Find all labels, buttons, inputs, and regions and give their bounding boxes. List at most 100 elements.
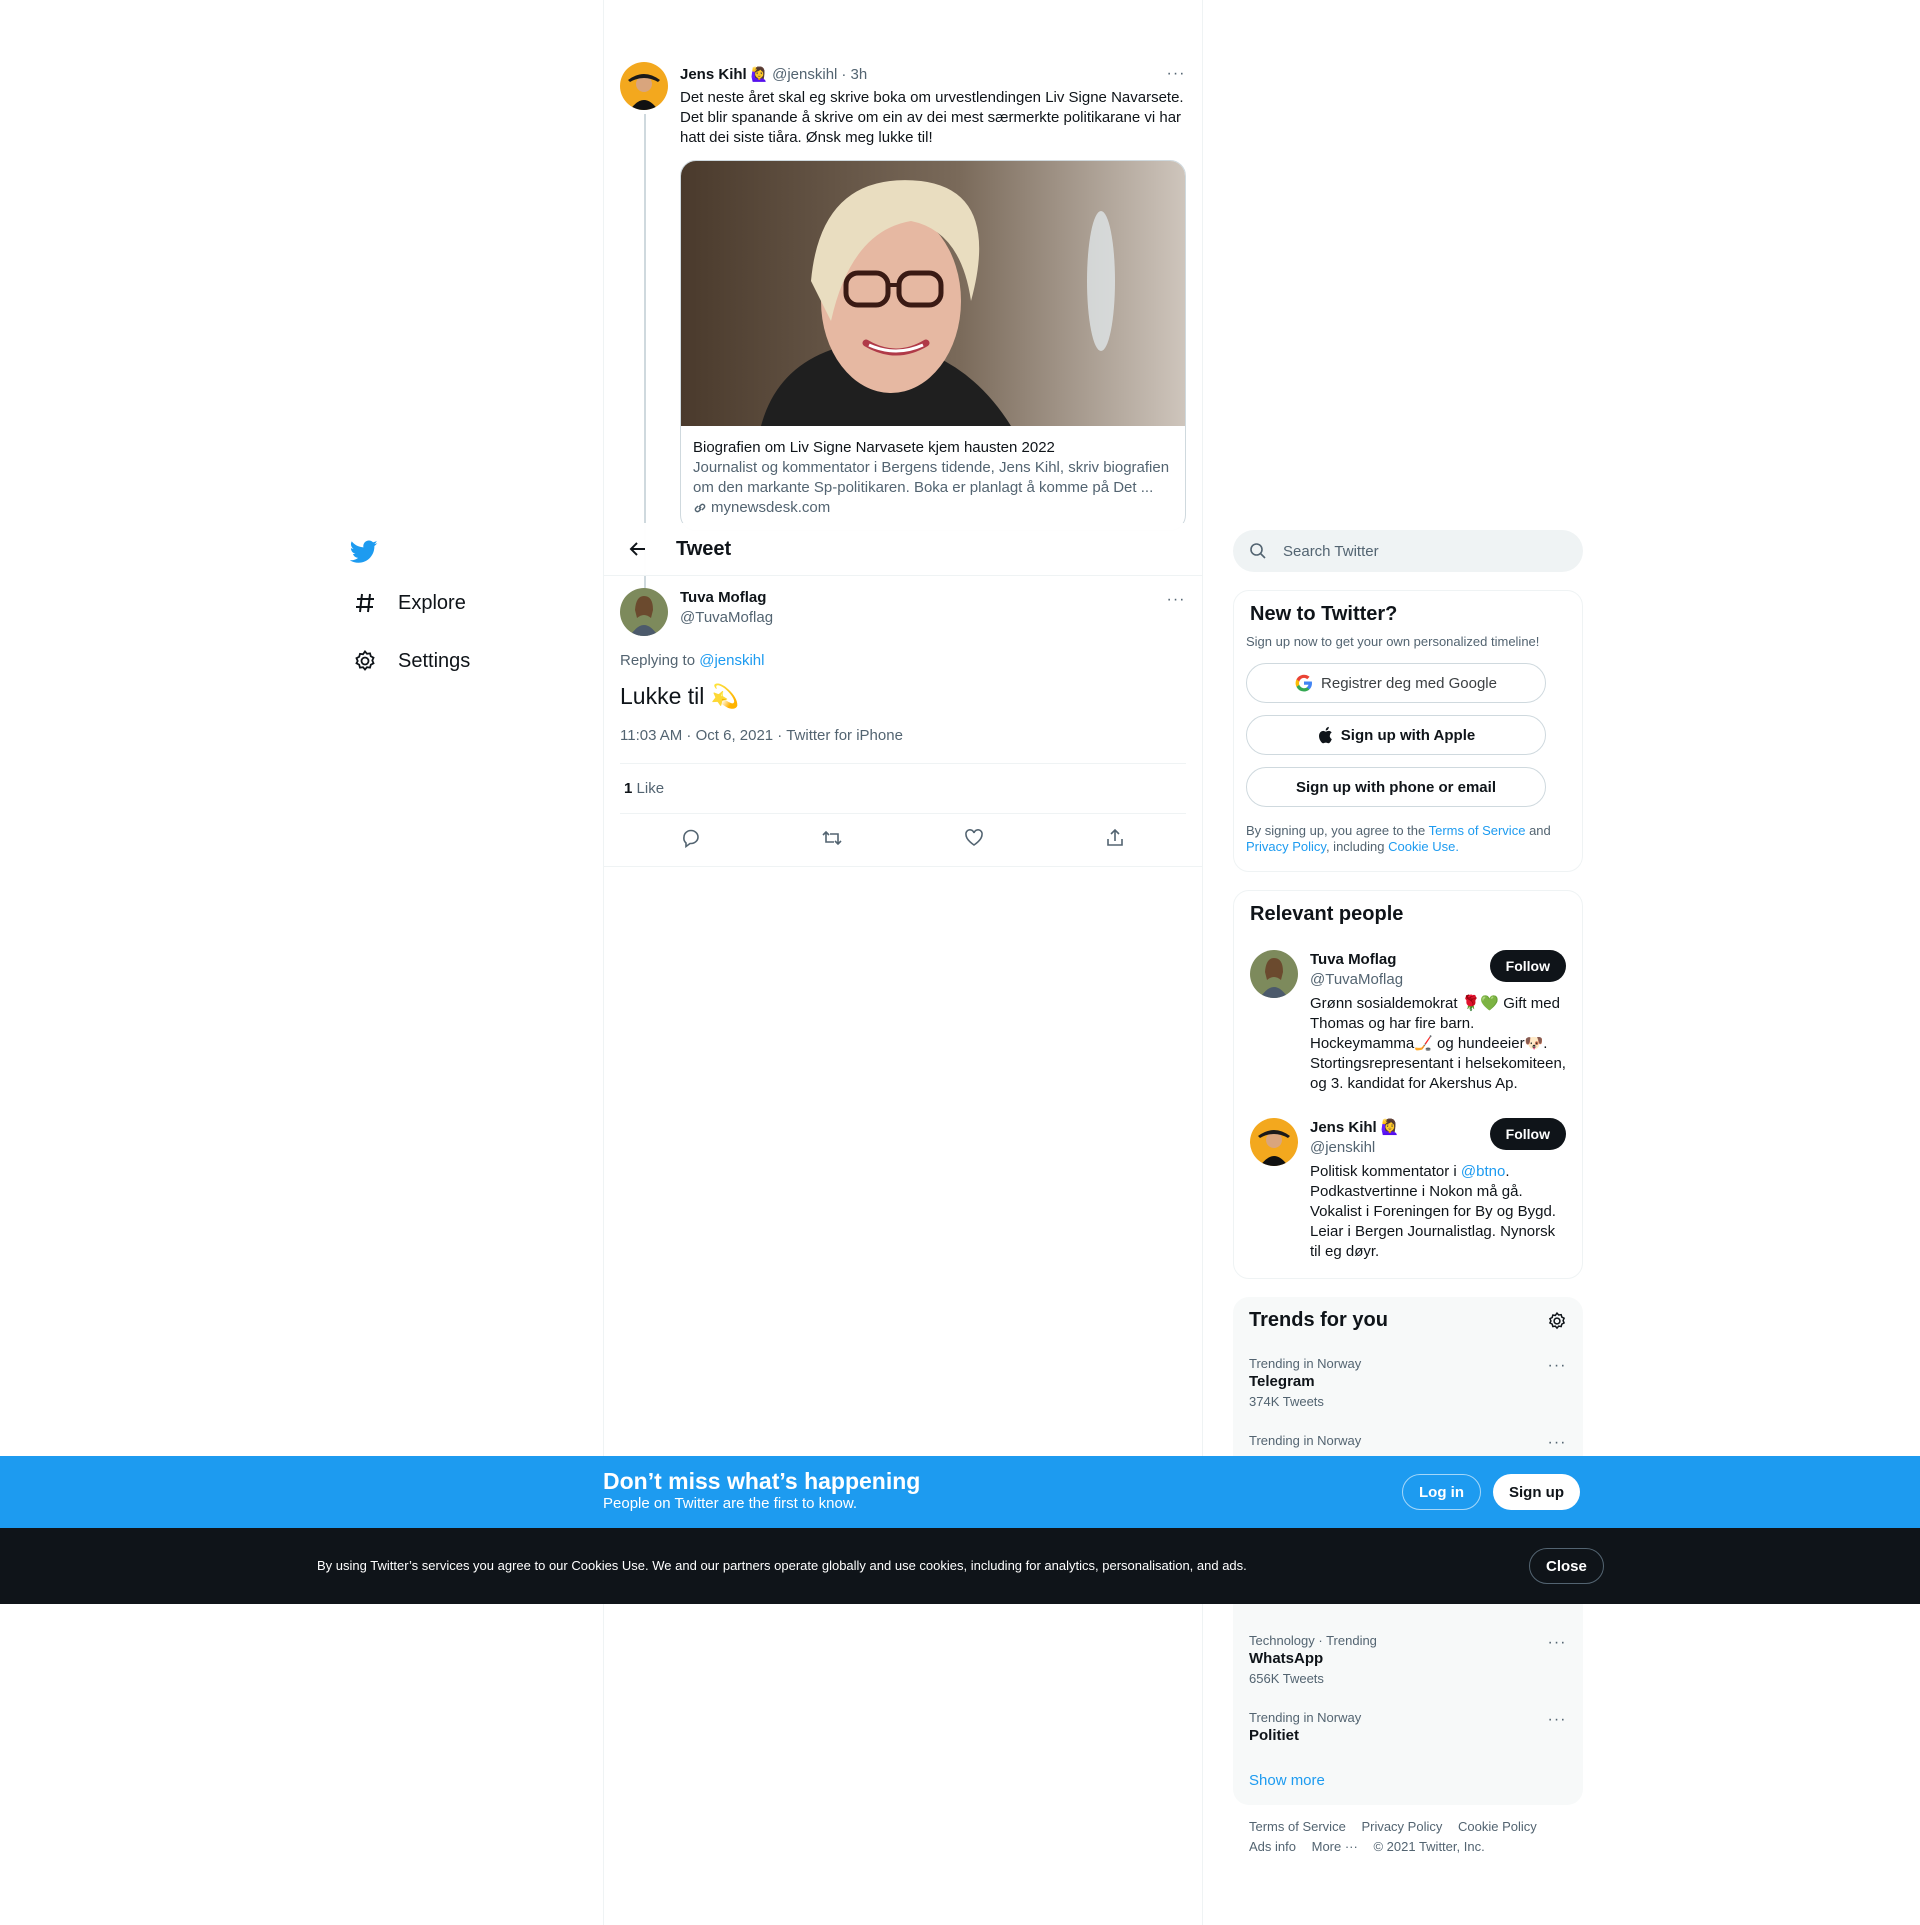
cookie-text: By using Twitter’s services you agree to… <box>317 1558 1247 1573</box>
nav-explore-label: Explore <box>398 591 466 614</box>
show-more-link[interactable]: Show more <box>1233 1756 1583 1805</box>
privacy-link[interactable]: Privacy Policy <box>1246 839 1326 854</box>
avatar[interactable] <box>620 588 668 636</box>
tweet-text: Lukke til 💫 <box>620 683 740 709</box>
terms-link[interactable]: Terms of Service <box>1429 823 1526 838</box>
panel-title: New to Twitter? <box>1250 603 1398 625</box>
new-to-twitter-panel: New to Twitter? Sign up now to get your … <box>1233 590 1583 872</box>
footer-ads-link[interactable]: Ads info <box>1249 1839 1296 1854</box>
more-icon[interactable]: ··· <box>1547 1356 1567 1376</box>
banner-subtitle: People on Twitter are the first to know. <box>603 1495 858 1512</box>
card-title: Biografien om Liv Signe Narvasete kjem h… <box>693 439 1055 456</box>
sidebar-footer: Terms of Service Privacy Policy Cookie P… <box>1233 1805 1583 1869</box>
google-signup-label: Registrer deg med Google <box>1321 674 1497 692</box>
search-input[interactable]: Search Twitter <box>1233 530 1583 572</box>
tweet-time[interactable]: · 3h <box>841 66 867 83</box>
card-domain: mynewsdesk.com <box>711 499 831 516</box>
search-icon <box>1249 542 1267 560</box>
trend-context: Technology · Trending <box>1249 1633 1377 1648</box>
person-handle[interactable]: @TuvaMoflag <box>1310 970 1403 990</box>
more-icon[interactable]: ··· <box>1547 1633 1567 1653</box>
trend-count: 374K Tweets <box>1249 1394 1324 1409</box>
tweet-meta[interactable]: 11:03 AM · Oct 6, 2021 · Twitter for iPh… <box>620 727 1186 747</box>
signup-button[interactable]: Sign up <box>1493 1474 1580 1510</box>
tweet-actions <box>620 814 1186 862</box>
person-bio: Grønn sosialdemokrat 🌹💚 Gift med Thomas … <box>1310 995 1566 1092</box>
retweet-icon[interactable] <box>815 821 849 855</box>
more-icon[interactable]: ··· <box>1547 1433 1567 1453</box>
person-name[interactable]: Tuva Moflag <box>1310 950 1403 970</box>
trend-context: Trending in Norway <box>1249 1433 1362 1448</box>
main-column: Jens Kihl 🙋‍♀️ @jenskihl · 3h ··· Det ne… <box>603 0 1203 1925</box>
nav-explore[interactable]: Explore <box>340 574 540 632</box>
relevant-people-panel: Relevant people Tuva Moflag @TuvaMoflag … <box>1233 890 1583 1279</box>
person-card[interactable]: Tuva Moflag @TuvaMoflag Follow Grønn sos… <box>1234 938 1582 1106</box>
trend-count: 656K Tweets <box>1249 1671 1324 1686</box>
footer-privacy-link[interactable]: Privacy Policy <box>1361 1819 1442 1834</box>
author-name[interactable]: Tuva Moflag <box>680 588 773 608</box>
phone-signup-button[interactable]: Sign up with phone or email <box>1246 767 1546 807</box>
login-button[interactable]: Log in <box>1402 1474 1481 1510</box>
avatar[interactable] <box>1250 950 1298 998</box>
right-sidebar: Search Twitter New to Twitter? Sign up n… <box>1233 530 1583 1869</box>
more-icon[interactable]: ··· <box>1166 64 1186 84</box>
author-handle[interactable]: @TuvaMoflag <box>680 608 773 628</box>
close-button[interactable]: Close <box>1529 1548 1604 1584</box>
likes-count[interactable]: 1 Like <box>620 764 1186 813</box>
trend-name: Telegram <box>1249 1373 1315 1390</box>
replying-to-link[interactable]: @jenskihl <box>699 652 764 669</box>
avatar[interactable] <box>620 62 668 110</box>
share-icon[interactable] <box>1098 821 1132 855</box>
author-handle[interactable]: @jenskihl <box>772 66 837 83</box>
cookie-link[interactable]: Cookie Use. <box>1388 839 1459 854</box>
more-icon[interactable]: ··· <box>1547 1710 1567 1730</box>
author-name[interactable]: Jens Kihl <box>680 66 747 83</box>
apple-signup-button[interactable]: Sign up with Apple <box>1246 715 1546 755</box>
back-arrow-icon[interactable] <box>620 531 656 567</box>
gear-icon[interactable] <box>1547 1311 1567 1331</box>
signup-terms: By signing up, you agree to the Terms of… <box>1234 807 1582 871</box>
apple-icon <box>1317 726 1333 744</box>
footer-more-link[interactable]: More ··· <box>1312 1839 1358 1854</box>
trend-item[interactable]: Trending in Norway Telegram 374K Tweets … <box>1233 1344 1583 1421</box>
footer-terms-link[interactable]: Terms of Service <box>1249 1819 1346 1834</box>
link-icon <box>693 501 707 515</box>
focal-tweet: Tuva Moflag @TuvaMoflag ··· Replying to … <box>604 588 1202 862</box>
trend-name: WhatsApp <box>1249 1650 1324 1667</box>
panel-title: Relevant people <box>1250 903 1404 925</box>
banner-title: Don’t miss what’s happening <box>603 1468 921 1494</box>
google-icon <box>1295 674 1313 692</box>
link-card[interactable]: Biografien om Liv Signe Narvasete kjem h… <box>680 160 1186 531</box>
bio-prefix: Politisk kommentator i <box>1310 1163 1457 1180</box>
like-count-label: Like <box>636 780 665 797</box>
person-name[interactable]: Jens Kihl 🙋‍♀️ <box>1310 1118 1400 1138</box>
reply-icon[interactable] <box>674 821 708 855</box>
avatar[interactable] <box>1250 1118 1298 1166</box>
google-signup-button[interactable]: Registrer deg med Google <box>1246 663 1546 703</box>
tweet-header: Tweet <box>604 523 1202 576</box>
more-icon[interactable]: ··· <box>1166 590 1186 610</box>
search-placeholder: Search Twitter <box>1283 542 1379 560</box>
replying-prefix: Replying to <box>620 652 696 669</box>
twitter-logo-icon[interactable] <box>340 530 392 574</box>
follow-button[interactable]: Follow <box>1489 950 1566 982</box>
bio-link[interactable]: @btno <box>1461 1163 1505 1180</box>
card-description: Journalist og kommentator i Bergens tide… <box>693 459 1170 496</box>
parent-tweet[interactable]: Jens Kihl 🙋‍♀️ @jenskihl · 3h ··· Det ne… <box>604 62 1202 531</box>
footer-cookie-link[interactable]: Cookie Policy <box>1458 1819 1537 1834</box>
trend-item[interactable]: Trending in Norway Politiet ··· <box>1233 1698 1583 1756</box>
follow-button[interactable]: Follow <box>1489 1118 1566 1150</box>
name-emoji: 🙋‍♀️ <box>750 65 769 82</box>
trend-context: Trending in Norway <box>1249 1710 1362 1725</box>
phone-signup-label: Sign up with phone or email <box>1295 778 1496 796</box>
heart-icon[interactable] <box>957 821 991 855</box>
panel-subtitle: Sign up now to get your own personalized… <box>1246 634 1540 649</box>
card-image <box>681 161 1185 426</box>
person-card[interactable]: Jens Kihl 🙋‍♀️ @jenskihl Follow Politisk… <box>1234 1106 1582 1278</box>
trend-item[interactable]: Technology · Trending WhatsApp 656K Twee… <box>1233 1621 1583 1698</box>
person-handle[interactable]: @jenskihl <box>1310 1138 1400 1158</box>
terms-prefix: By signing up, you agree to the <box>1246 823 1426 838</box>
hashtag-icon <box>352 590 378 616</box>
nav-settings-label: Settings <box>398 649 471 672</box>
nav-settings[interactable]: Settings <box>340 632 540 690</box>
